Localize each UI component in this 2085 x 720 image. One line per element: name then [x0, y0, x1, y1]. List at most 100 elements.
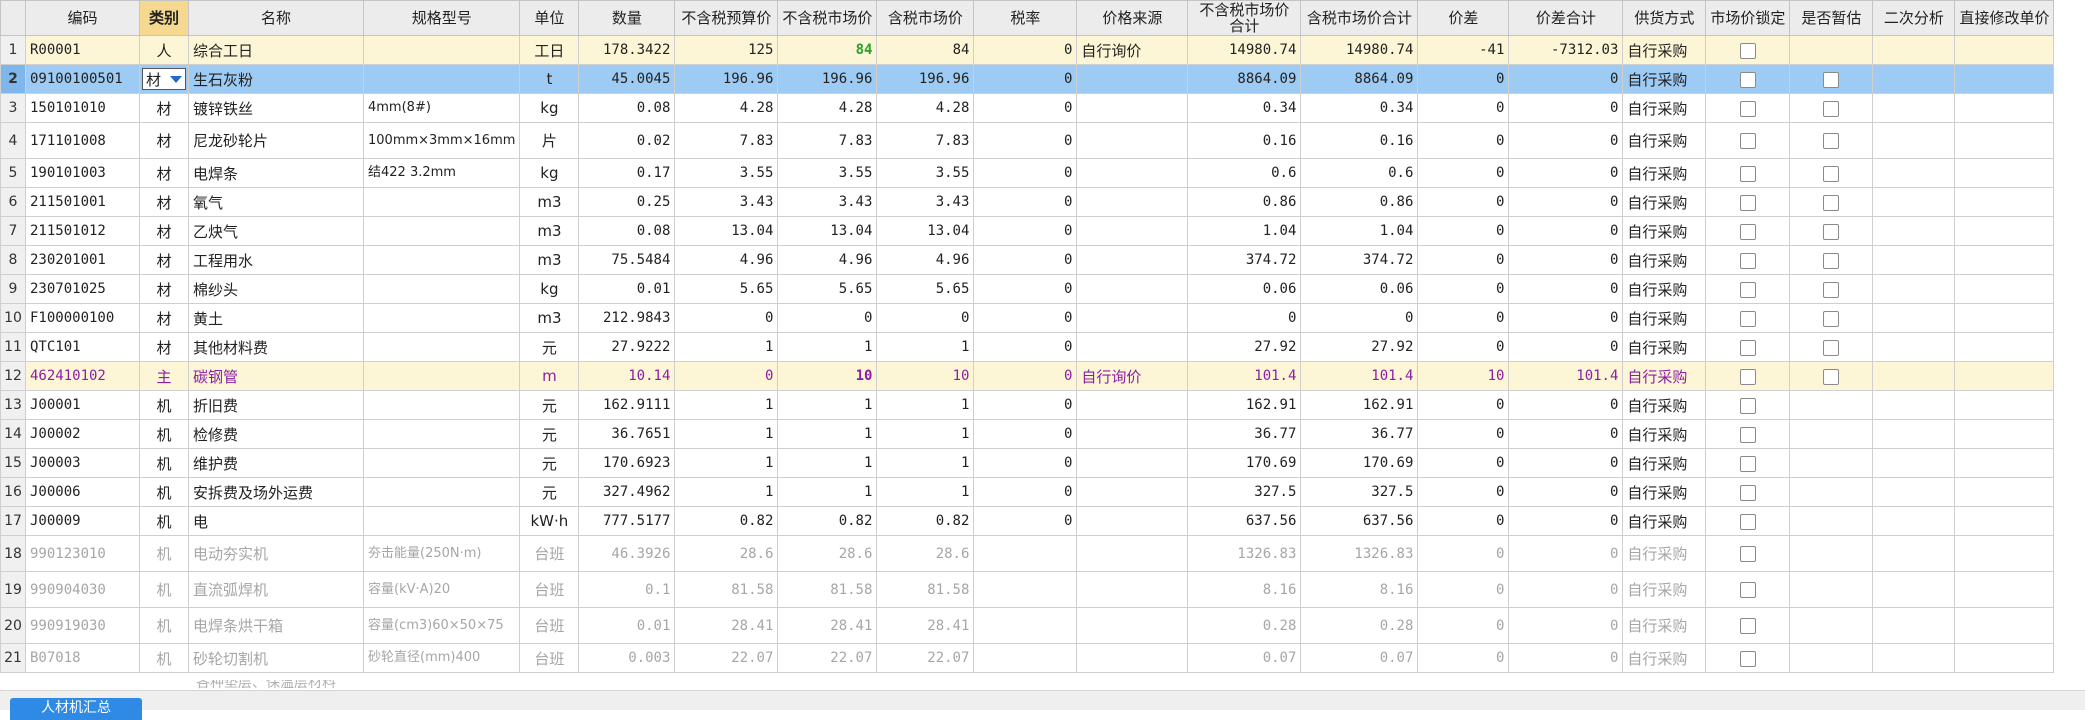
table-row[interactable]: 4 171101008 材尼龙砂轮片 100mm×3mm×16mm 片 0.02 7.83 7…	[0, 122, 2055, 159]
cell-name[interactable]: 尼龙砂轮片	[188, 122, 364, 159]
table-row[interactable]: 17 J00009 机电 kW·h 777.5177 0.82 0.82 0.82 0 637.5…	[0, 506, 2055, 536]
cell-pretax-budget[interactable]: 28.41	[674, 607, 779, 644]
cell-pretax-market[interactable]: 28.41	[777, 607, 878, 644]
cell-lock[interactable]	[1705, 303, 1791, 333]
lock-checkbox[interactable]	[1739, 252, 1756, 269]
cell-pretax-budget[interactable]: 196.96	[674, 64, 779, 94]
cell-code[interactable]: 230701025	[25, 274, 140, 304]
cell-spec[interactable]	[362, 477, 521, 507]
cell-qty[interactable]: 46.3926	[578, 535, 676, 572]
cell-code[interactable]: 211501012	[25, 216, 140, 246]
row-number[interactable]: 16	[0, 477, 26, 507]
cell-code[interactable]: J00003	[25, 448, 140, 478]
cell-qty[interactable]: 0.01	[578, 274, 676, 304]
cell-code[interactable]: 171101008	[25, 122, 140, 159]
table-row[interactable]: 12 462410102 主碳钢管 m 10.14 0 10 10 0 自行询价 101.4 101.…	[0, 361, 2055, 391]
header-pretax-market-total[interactable]: 不含税市场价合计	[1187, 0, 1302, 36]
cell-unit[interactable]: kW·h	[519, 506, 580, 536]
table-row[interactable]: 21 B07018 机砂轮切割机 砂轮直径(mm)400 台班 0.003 22.07 22.…	[0, 643, 2055, 673]
cell-direct-edit[interactable]	[1954, 535, 2055, 572]
cell-unit[interactable]: m3	[519, 187, 580, 217]
cell-type[interactable]: 机	[139, 535, 189, 572]
cell-supply[interactable]: 自行采购	[1622, 158, 1707, 188]
lock-checkbox[interactable]	[1739, 42, 1756, 59]
row-number[interactable]: 5	[0, 158, 26, 188]
cell-code[interactable]: QTC101	[25, 332, 140, 362]
row-number[interactable]: 14	[0, 419, 26, 449]
cell-spec[interactable]	[362, 274, 521, 304]
provisional-checkbox[interactable]	[1823, 252, 1840, 269]
cell-supply[interactable]: 自行采购	[1622, 332, 1707, 362]
provisional-checkbox[interactable]	[1823, 71, 1840, 88]
cell-unit[interactable]: kg	[519, 274, 580, 304]
cell-type[interactable]: 材	[139, 93, 189, 123]
cell-pretax-market[interactable]: 84	[777, 35, 878, 65]
cell-tax-rate[interactable]: 0	[973, 274, 1078, 304]
cell-supply[interactable]: 自行采购	[1622, 607, 1707, 644]
cell-pretax-market[interactable]: 28.6	[777, 535, 878, 572]
row-number[interactable]: 8	[0, 245, 26, 275]
cell-pretax-market[interactable]: 1	[777, 390, 878, 420]
cell-type-editor[interactable]: 材	[139, 64, 189, 94]
cell-pretax-budget[interactable]: 4.28	[674, 93, 779, 123]
cell-spec[interactable]	[362, 506, 521, 536]
row-number[interactable]: 12	[0, 361, 26, 391]
cell-qty[interactable]: 45.0045	[578, 64, 676, 94]
lock-checkbox[interactable]	[1739, 455, 1756, 472]
cell-pretax-market[interactable]: 4.28	[777, 93, 878, 123]
cell-spec[interactable]	[362, 216, 521, 246]
cell-name[interactable]: 工程用水	[188, 245, 364, 275]
cell-lock[interactable]	[1705, 448, 1791, 478]
header-price-source[interactable]: 价格来源	[1076, 0, 1189, 36]
cell-spec[interactable]: 容量(kV·A)20	[362, 571, 521, 608]
header-direct-edit[interactable]: 直接修改单价	[1954, 0, 2055, 36]
cell-direct-edit[interactable]	[1954, 158, 2055, 188]
cell-name[interactable]: 镀锌铁丝	[188, 93, 364, 123]
cell-type[interactable]: 机	[139, 607, 189, 644]
cell-name[interactable]: 安拆费及场外运费	[188, 477, 364, 507]
cell-direct-edit[interactable]	[1954, 93, 2055, 123]
cell-price-source[interactable]	[1076, 477, 1189, 507]
table-row[interactable]: 16 J00006 机安拆费及场外运费元 327.4962 1 1 1 0 327.5 327.5…	[0, 477, 2055, 507]
cell-qty[interactable]: 0.02	[578, 122, 676, 159]
cell-supply[interactable]: 自行采购	[1622, 245, 1707, 275]
row-number[interactable]: 4	[0, 122, 26, 159]
cell-provisional[interactable]	[1789, 245, 1874, 275]
cell-lock[interactable]	[1705, 35, 1791, 65]
cell-code[interactable]: F100000100	[25, 303, 140, 333]
cell-lock[interactable]	[1705, 419, 1791, 449]
cell-pretax-budget[interactable]: 3.43	[674, 187, 779, 217]
lock-checkbox[interactable]	[1739, 165, 1756, 182]
cell-qty[interactable]: 170.6923	[578, 448, 676, 478]
cell-provisional[interactable]	[1789, 64, 1874, 94]
cell-supply[interactable]: 自行采购	[1622, 93, 1707, 123]
cell-qty[interactable]: 178.3422	[578, 35, 676, 65]
cell-pretax-budget[interactable]: 1	[674, 390, 779, 420]
cell-direct-edit[interactable]	[1954, 390, 2055, 420]
cell-pretax-budget[interactable]: 1	[674, 477, 779, 507]
cell-direct-edit[interactable]	[1954, 571, 2055, 608]
header-unit[interactable]: 单位	[519, 0, 580, 36]
header-lock[interactable]: 市场价锁定	[1705, 0, 1791, 36]
cell-secondary[interactable]	[1872, 390, 1956, 420]
cell-tax-market[interactable]: 1	[876, 419, 975, 449]
cell-lock[interactable]	[1705, 643, 1791, 673]
cell-pretax-market[interactable]: 3.43	[777, 187, 878, 217]
cell-provisional[interactable]	[1789, 607, 1874, 644]
lock-checkbox[interactable]	[1739, 546, 1756, 562]
table-row[interactable]: 9 230701025 材棉纱头 kg 0.01 5.65 5.65 5.65 0 0.06 0.0…	[0, 274, 2055, 304]
cell-code[interactable]: J00001	[25, 390, 140, 420]
cell-type[interactable]: 机	[139, 571, 189, 608]
cell-type[interactable]: 人	[139, 35, 189, 65]
cell-direct-edit[interactable]	[1954, 216, 2055, 246]
cell-direct-edit[interactable]	[1954, 35, 2055, 65]
provisional-checkbox[interactable]	[1823, 100, 1840, 117]
cell-direct-edit[interactable]	[1954, 477, 2055, 507]
cell-spec[interactable]	[362, 245, 521, 275]
cell-name[interactable]: 其他材料费	[188, 332, 364, 362]
table-row[interactable]: 8 230201001 材工程用水 m3 75.5484 4.96 4.96 4.96 0 374…	[0, 245, 2055, 275]
cell-supply[interactable]: 自行采购	[1622, 216, 1707, 246]
cell-pretax-budget[interactable]: 125	[674, 35, 779, 65]
row-number[interactable]: 21	[0, 643, 26, 673]
cell-tax-rate[interactable]: 0	[973, 419, 1078, 449]
